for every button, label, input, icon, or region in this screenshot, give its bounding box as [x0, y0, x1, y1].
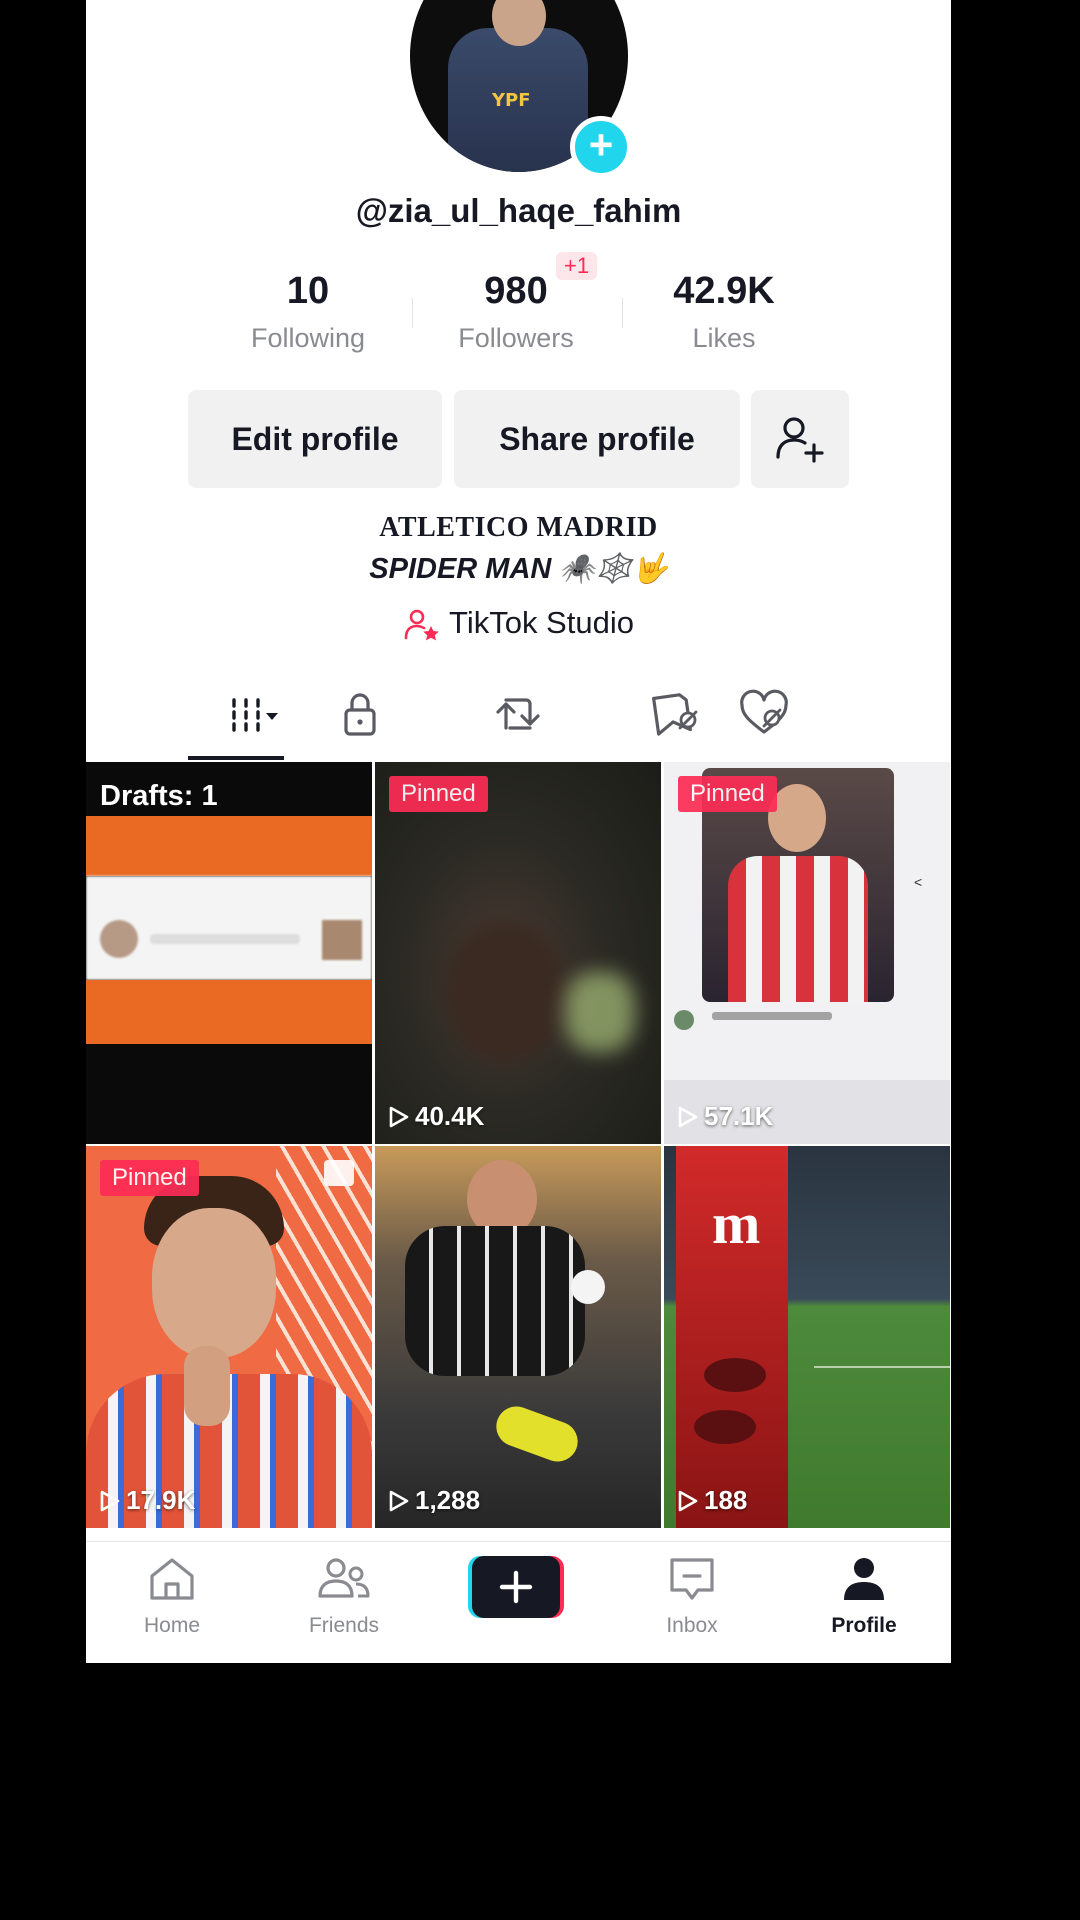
view-count: 57.1K — [678, 1101, 773, 1132]
share-profile-button[interactable]: Share profile — [454, 390, 740, 488]
nav-inbox-label: Inbox — [666, 1614, 718, 1637]
username: @zia_ul_haqe_fahim — [355, 192, 682, 229]
add-avatar-button[interactable]: + — [570, 116, 632, 178]
photo-icon — [324, 1160, 354, 1186]
nav-profile-label: Profile — [831, 1614, 897, 1637]
bio-line-1: ATLETICO MADRID — [379, 512, 658, 543]
favorites-hidden-icon — [652, 693, 698, 736]
tab-liked[interactable] — [734, 688, 794, 738]
play-icon — [389, 1106, 409, 1128]
view-count: 40.4K — [389, 1101, 484, 1132]
plus-icon — [499, 1570, 533, 1604]
likes-label: Likes — [692, 323, 756, 353]
tiktok-studio-link[interactable]: TikTok Studio — [86, 605, 951, 642]
nav-home-label: Home — [143, 1614, 201, 1637]
tab-favorites-visible[interactable] — [652, 688, 712, 738]
nav-profile[interactable]: Profile — [794, 1554, 934, 1638]
nav-friends[interactable]: Friends — [274, 1554, 414, 1638]
stat-likes[interactable]: 42.9K Likes — [624, 270, 824, 354]
followers-label: Followers — [458, 323, 574, 353]
grid-item-video[interactable]: m 188 — [664, 1146, 950, 1528]
followers-delta-badge: +1 — [556, 252, 598, 280]
grid-item-drafts[interactable]: Drafts: 1 — [86, 762, 372, 1144]
drafts-label: Drafts: 1 — [100, 780, 218, 812]
tab-private[interactable] — [330, 688, 390, 738]
avatar-jersey-text: YPF — [492, 90, 531, 111]
view-count: 17.9K — [100, 1485, 195, 1516]
videos-grid-icon — [232, 698, 278, 732]
grid-item-video[interactable]: 1,288 — [375, 1146, 661, 1528]
stat-following[interactable]: 10 Following — [208, 270, 408, 354]
grid-item-video[interactable]: Pinned 40.4K — [375, 762, 661, 1144]
play-icon — [100, 1490, 120, 1512]
pinned-badge: Pinned — [389, 776, 488, 812]
stat-followers[interactable]: 980 Followers — [416, 270, 616, 354]
friends-icon — [318, 1558, 370, 1598]
grid-item-video[interactable]: Pinned 17.9K — [86, 1146, 372, 1528]
stat-divider — [412, 298, 413, 328]
add-friend-button[interactable] — [751, 390, 849, 488]
following-label: Following — [250, 323, 366, 353]
bio-line-2: SPIDER MAN 🕷️🕸️🤟 — [369, 553, 668, 585]
studio-person-star-icon — [404, 609, 439, 641]
active-tab-indicator — [188, 756, 284, 760]
play-icon — [678, 1106, 698, 1128]
pinned-badge: Pinned — [100, 1160, 199, 1196]
tab-reposts[interactable] — [488, 688, 548, 738]
add-person-icon — [776, 417, 824, 463]
bottom-navigation: Home Friends Inbox Profile — [86, 1541, 951, 1663]
nav-inbox[interactable]: Inbox — [622, 1554, 762, 1638]
nav-friends-label: Friends — [308, 1614, 380, 1637]
grid-item-video[interactable]: < Pinned 57.1K — [664, 762, 950, 1144]
view-count: 188 — [678, 1485, 747, 1516]
view-count: 1,288 — [389, 1485, 480, 1516]
following-count: 10 — [286, 270, 330, 312]
home-icon — [150, 1558, 194, 1600]
nav-home[interactable]: Home — [102, 1554, 242, 1638]
play-icon — [678, 1490, 698, 1512]
lock-icon — [344, 693, 376, 736]
profile-bio: ATLETICO MADRID SPIDER MAN 🕷️🕸️🤟 — [86, 512, 951, 586]
tab-videos[interactable] — [176, 688, 296, 738]
create-button[interactable] — [468, 1556, 564, 1618]
inbox-icon — [670, 1558, 714, 1600]
pinned-badge: Pinned — [678, 776, 777, 812]
profile-icon — [844, 1558, 884, 1600]
liked-hidden-icon — [740, 689, 788, 734]
repost-icon — [496, 698, 540, 730]
studio-label: TikTok Studio — [449, 605, 634, 640]
profile-screen: YPF + @zia_ul_haqe_fahim 10 Following 98… — [86, 0, 951, 1663]
edit-profile-button[interactable]: Edit profile — [188, 390, 442, 488]
likes-count: 42.9K — [673, 270, 775, 312]
stat-divider — [622, 298, 623, 328]
play-icon — [389, 1490, 409, 1512]
